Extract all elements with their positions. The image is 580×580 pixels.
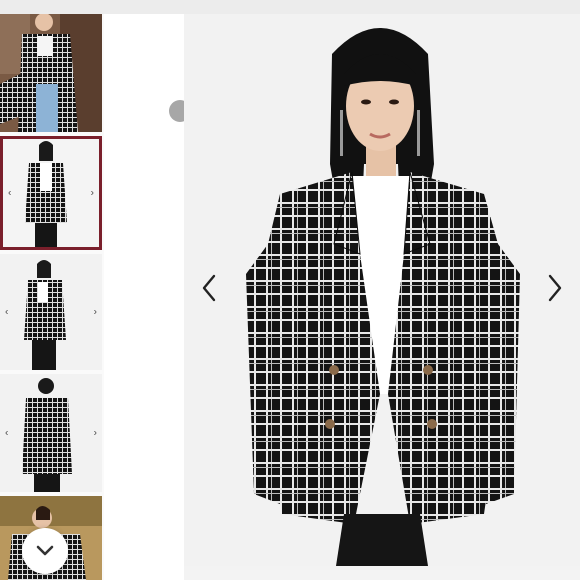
thumbnail-prev-icon: ‹: [5, 427, 9, 439]
top-bar: [0, 0, 580, 14]
chevron-down-icon: [36, 545, 54, 556]
thumbnail-prev-icon: ‹: [5, 306, 9, 318]
thumbnail-back-view[interactable]: ‹ ›: [0, 374, 102, 492]
thumbnail-image: [0, 14, 102, 132]
chevron-right-icon[interactable]: [544, 270, 566, 306]
thumbnail-front-view[interactable]: ‹ ›: [0, 136, 102, 250]
thumbnail-prev-icon: ‹: [8, 187, 12, 199]
gallery-gutter: [104, 14, 184, 580]
thumbnail-strip[interactable]: ‹ › ‹ › ‹ ›: [0, 14, 104, 580]
thumbnail-image: [3, 139, 99, 247]
thumbnail-next-icon: ›: [93, 427, 97, 439]
thumbnail-next-icon: ›: [93, 306, 97, 318]
chevron-left-icon[interactable]: [198, 270, 220, 306]
thumbnail-side-view[interactable]: ‹ ›: [0, 254, 102, 370]
thumbnail-image: [0, 254, 102, 370]
thumbnail-image: [0, 374, 102, 492]
model-photo: [184, 14, 580, 566]
thumbnail-next-icon: ›: [90, 187, 94, 199]
thumbnail-street-photo[interactable]: [0, 14, 102, 132]
scroll-down-button[interactable]: [22, 528, 68, 574]
main-product-image: [184, 14, 580, 566]
